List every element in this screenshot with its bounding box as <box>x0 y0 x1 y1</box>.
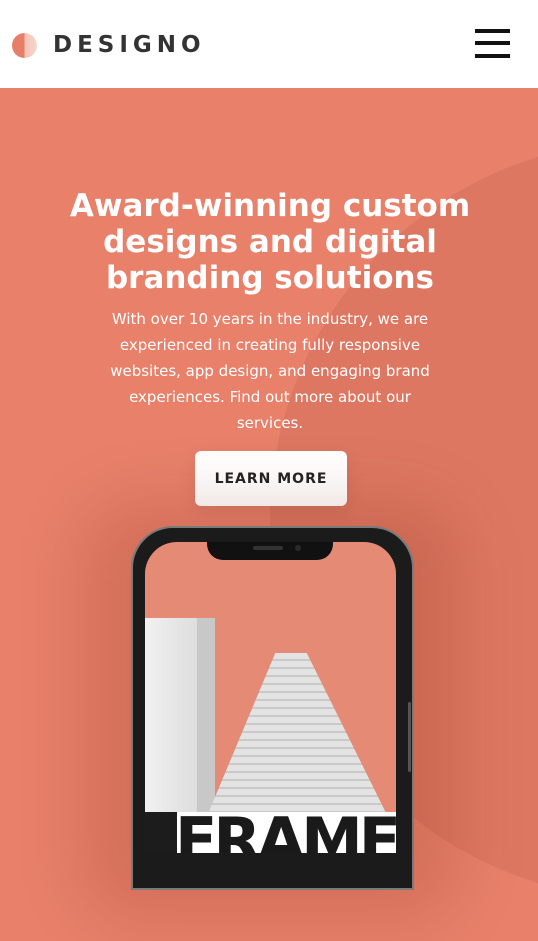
phone-notch <box>207 542 333 560</box>
logo-mark-icon <box>12 32 37 58</box>
hero-description: With over 10 years in the industry, we a… <box>110 310 430 432</box>
camera-icon <box>295 545 301 551</box>
frame-wordmark: FRAME <box>177 812 396 853</box>
phone-side-button <box>408 702 411 772</box>
frame-band: FRAME <box>177 812 396 853</box>
hamburger-bar <box>475 29 510 33</box>
phone-screen: FRAME <box>145 542 396 853</box>
logo[interactable]: DESIGNO <box>12 31 206 59</box>
hamburger-bar <box>475 41 510 45</box>
dark-base <box>145 812 177 853</box>
logo-text: DESIGNO <box>53 32 206 58</box>
hero-title: Award-winning custom designs and digital… <box>69 188 471 296</box>
site-header: DESIGNO <box>0 0 538 88</box>
hamburger-menu-icon[interactable] <box>475 29 510 58</box>
speaker-icon <box>253 546 283 550</box>
learn-more-button[interactable]: LEARN MORE <box>195 451 347 506</box>
hamburger-bar <box>475 54 510 58</box>
